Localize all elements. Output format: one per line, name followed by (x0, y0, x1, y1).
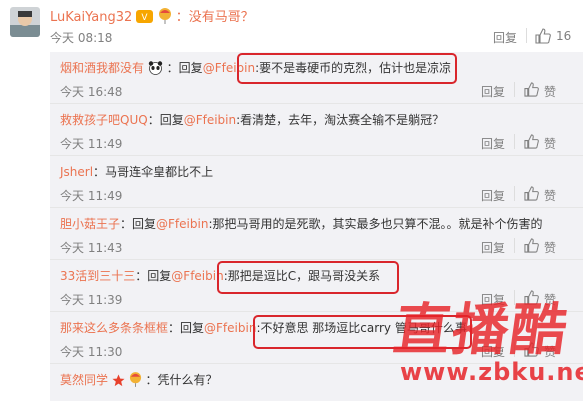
divider (514, 186, 515, 201)
avatar-icon[interactable] (10, 7, 40, 37)
reply-time: 今天 16:48 (60, 85, 123, 99)
reply-user[interactable]: 救救孩子吧QUQ (60, 113, 148, 127)
thumbs-up-icon[interactable] (524, 238, 539, 256)
vip-badge-icon: V (136, 9, 154, 28)
divider (526, 28, 527, 43)
like-button[interactable]: 赞 (544, 135, 556, 152)
main-comment-separator: ： (175, 10, 189, 25)
svg-text:V: V (142, 13, 149, 23)
reply-item: Jsherl：马哥连伞皇都比不上 今天 11:49 回复 赞 (50, 156, 583, 208)
star-icon (112, 374, 125, 390)
main-comment-text: 没有马哥？ (188, 10, 254, 25)
reply-button[interactable]: 回复 (481, 83, 505, 100)
reply-button[interactable]: 回复 (481, 239, 505, 256)
thumbs-up-icon[interactable] (524, 134, 539, 152)
reply-button[interactable]: 回复 (481, 187, 505, 204)
reply-prefix: ：回复 (168, 321, 205, 335)
panda-emoji-icon (148, 61, 163, 78)
reply-prefix: ：回复 (166, 61, 203, 75)
main-comment-header: LuKaiYang32 V ：没有马哥？ (50, 6, 254, 28)
divider (514, 134, 515, 149)
divider (514, 82, 515, 97)
reply-item: 救救孩子吧QUQ：回复@Ffeibin:看清楚，去年，淘汰赛全输不是躺冠？ 今天… (50, 104, 583, 156)
reply-text-line: Jsherl：马哥连伞皇都比不上 (60, 163, 580, 180)
mention-link[interactable]: @Ffeibin (184, 113, 236, 127)
reply-prefix: ： (145, 373, 158, 387)
highlight-box (217, 261, 399, 294)
reply-time: 今天 11:43 (60, 241, 123, 255)
reply-time: 今天 11:39 (60, 293, 123, 307)
like-button[interactable]: 赞 (544, 239, 556, 256)
reply-user[interactable]: 莫然同学 (60, 373, 108, 387)
balloon-icon (129, 372, 142, 390)
reply-body: :看清楚，去年，淘汰赛全输不是躺冠？ (236, 113, 445, 127)
reply-user[interactable]: Jsherl (60, 165, 93, 179)
reply-time: 今天 11:49 (60, 189, 123, 203)
main-comment-user[interactable]: LuKaiYang32 (50, 10, 132, 25)
main-comment-time: 今天 08:18 (50, 31, 113, 45)
reply-item: 胆小菇王子：回复@Ffeibin:那把马哥用的是死歌，其实最多也只算不混。。就是… (50, 208, 583, 260)
reply-body: 马哥连伞皇都比不上 (105, 165, 214, 179)
highlight-box (237, 53, 457, 84)
reply-prefix: ：回复 (120, 217, 157, 231)
reply-text-line: 救救孩子吧QUQ：回复@Ffeibin:看清楚，去年，淘汰赛全输不是躺冠？ (60, 111, 580, 128)
mention-link[interactable]: @Ffeibin (204, 321, 256, 335)
like-button[interactable]: 赞 (544, 83, 556, 100)
reply-button[interactable]: 回复 (493, 29, 517, 46)
reply-body: 凭什么有？ (157, 373, 218, 387)
reply-prefix: ：回复 (135, 269, 172, 283)
reply-button[interactable]: 回复 (481, 135, 505, 152)
thumbs-up-icon[interactable] (524, 82, 539, 100)
like-button[interactable]: 赞 (544, 187, 556, 204)
watermark-logo: 直播酷 (389, 298, 573, 363)
reply-prefix: ： (93, 165, 106, 179)
balloon-icon (158, 8, 172, 28)
reply-body: :那把马哥用的是死歌，其实最多也只算不混。。就是补个伤害的 (208, 217, 543, 231)
reply-user[interactable]: 烟和酒我都没有 (60, 61, 144, 75)
reply-user[interactable]: 那来这么多条条框框 (60, 321, 168, 335)
reply-time: 今天 11:49 (60, 137, 123, 151)
reply-user[interactable]: 33活到三十三 (60, 269, 135, 283)
divider (514, 238, 515, 253)
reply-text-line: 胆小菇王子：回复@Ffeibin:那把马哥用的是死歌，其实最多也只算不混。。就是… (60, 215, 580, 232)
reply-prefix: ：回复 (147, 113, 184, 127)
reply-time: 今天 11:30 (60, 345, 123, 359)
thumbs-up-icon[interactable] (524, 186, 539, 204)
reply-user[interactable]: 胆小菇王子 (60, 217, 120, 231)
mention-link[interactable]: @Ffeibin (171, 269, 223, 283)
like-count[interactable]: 16 (556, 29, 571, 43)
mention-link[interactable]: @Ffeibin (156, 217, 208, 231)
watermark-url: www.zbku.net (400, 358, 583, 386)
thumbs-up-icon[interactable] (535, 28, 551, 47)
main-comment: LuKaiYang32 V ：没有马哥？ 今天 08:18 回复 16 (0, 0, 583, 52)
